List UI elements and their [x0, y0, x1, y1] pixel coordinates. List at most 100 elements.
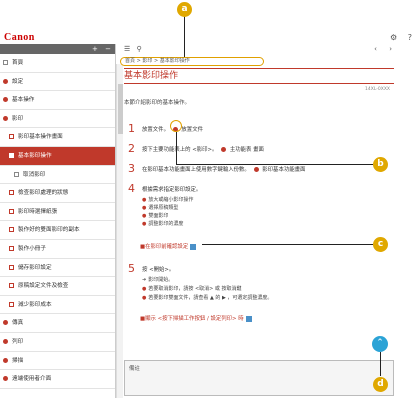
sidebar-item-label: 基本影印操作: [18, 152, 52, 159]
chapter-icon: [3, 376, 8, 382]
confirm-settings-link[interactable]: ■在影印前確認設定: [140, 242, 197, 250]
sidebar-item[interactable]: 減少影印成本: [0, 296, 115, 315]
sub-link[interactable]: ● 調整影印的濃度: [142, 220, 183, 227]
sidebar-item[interactable]: 列印: [0, 333, 115, 352]
step-number: 2: [128, 142, 135, 155]
search-icon[interactable]: ⚲: [137, 45, 142, 53]
sidebar-item[interactable]: 製作小冊子: [0, 240, 115, 259]
step-link[interactable]: 影印基本功能畫面: [262, 167, 305, 173]
next-page-icon[interactable]: ›: [389, 45, 392, 53]
sidebar-item-label: 影印時選擇紙張: [18, 208, 58, 215]
sidebar-item[interactable]: 檢查影印處理的狀態: [0, 184, 115, 203]
step-text: 按下主要功能表上的 <影印>。 主功能表 畫面: [142, 147, 264, 153]
sidebar-item[interactable]: 原稿設定文件及檢查: [0, 277, 115, 296]
sidebar: + − 首頁設定基本操作影印影印基本操作畫面 基本影印操作 取消影印檢查影印處理的狀…: [0, 44, 116, 398]
step5-note: ● 若要影印雙面文件，請查看 ▲ 的 ▶ ，可選定調整濃度。: [142, 295, 273, 301]
sidebar-item-label: 影印: [12, 115, 24, 122]
sidebar-item[interactable]: 遠端使用者介面: [0, 370, 115, 389]
sidebar-item-label: 首頁: [12, 60, 24, 66]
step-number: 1: [128, 122, 135, 135]
prev-page-icon[interactable]: ‹: [374, 45, 377, 53]
highlight-ring: [170, 120, 182, 132]
intro-text: 本節介紹影印的基本操作。: [124, 100, 191, 106]
sidebar-item[interactable]: 掃描: [0, 352, 115, 371]
step-link[interactable]: 放置文件: [181, 127, 203, 133]
chapter-icon: [3, 320, 8, 326]
section-icon: [9, 283, 14, 289]
section-icon: [9, 227, 14, 233]
sidebar-scroll-thumb[interactable]: [118, 84, 123, 134]
page-title: 基本影印操作: [124, 68, 394, 84]
collapse-all-button[interactable]: −: [105, 45, 111, 53]
sidebar-item-label: 基本操作: [12, 97, 35, 104]
next-info-link[interactable]: ■顯示 <按下掃描工作按鈕 / 設定列印> 時: [140, 314, 252, 322]
sidebar-item[interactable]: 基本操作: [0, 91, 115, 110]
top-bar: Canon ⚙ ?: [0, 0, 420, 43]
breadcrumb[interactable]: 首頁 > 影印 > 基本影印操作: [120, 57, 264, 66]
step5-note: ● 若要取消影印，請按 <取消> 或 按取消鍵: [142, 286, 242, 292]
sidebar-item[interactable]: 製作好的雙面影印的副本: [0, 221, 115, 240]
sidebar-item[interactable]: 影印時選擇紙張: [0, 203, 115, 222]
scroll-to-top-button[interactable]: ⌃: [372, 336, 388, 352]
expand-icon[interactable]: [245, 315, 252, 322]
callout-line: [176, 164, 373, 165]
section-icon: [9, 152, 14, 158]
sidebar-item-label: 傳真: [12, 320, 24, 327]
sidebar-item-label: 製作好的雙面影印的副本: [18, 227, 80, 234]
sub-link[interactable]: ● 放大或縮小影印操作: [142, 196, 193, 203]
sidebar-item[interactable]: 儲存影印設定: [0, 259, 115, 278]
section-icon: [9, 264, 14, 270]
step-text: 按 <開始>。: [142, 267, 175, 273]
page-icon: [14, 171, 19, 177]
sidebar-item[interactable]: 基本影印操作: [0, 146, 115, 166]
sidebar-item-label: 影印基本操作畫面: [18, 134, 63, 141]
sidebar-item-label: 取消影印: [23, 171, 46, 178]
sidebar-header: + −: [0, 44, 115, 54]
step-link[interactable]: 主功能表 畫面: [230, 147, 264, 153]
sidebar-item-label: 列印: [12, 338, 24, 345]
sidebar-item[interactable]: 取消影印: [0, 166, 115, 185]
step-text: 根據需求指定影印設定。: [142, 187, 202, 193]
sidebar-item-label: 原稿設定文件及檢查: [18, 283, 69, 290]
sidebar-item[interactable]: 傳真: [0, 314, 115, 333]
chapter-icon: [3, 357, 8, 363]
chapter-icon: [3, 115, 8, 121]
note-box: 備註: [124, 360, 394, 396]
page-icon: [3, 60, 8, 65]
gear-icon[interactable]: ⚙: [390, 33, 397, 42]
content-toolbar: ☰ ⚲ ‹ ›: [124, 44, 394, 54]
sidebar-item[interactable]: 影印基本操作畫面: [0, 128, 115, 147]
sidebar-item[interactable]: 影印: [0, 110, 115, 129]
sidebar-list: 首頁設定基本操作影印影印基本操作畫面 基本影印操作 取消影印檢查影印處理的狀態影印時…: [0, 54, 115, 389]
sidebar-item-label: 掃描: [12, 357, 24, 364]
section-icon: [9, 208, 14, 214]
expand-icon[interactable]: [190, 243, 197, 250]
sidebar-item[interactable]: 首頁: [0, 54, 115, 73]
note-title: 備註: [129, 366, 140, 372]
callout-line: [202, 244, 373, 245]
sub-link[interactable]: ● 雙面影印: [142, 212, 168, 219]
canon-logo: Canon: [4, 32, 35, 43]
section-icon: [9, 190, 14, 196]
link-icon: [253, 167, 259, 172]
list-icon[interactable]: ☰: [124, 45, 130, 53]
callout-b: b: [373, 157, 388, 172]
section-icon: [9, 134, 14, 140]
sidebar-scrollbar[interactable]: [116, 64, 123, 398]
step-number: 3: [128, 162, 135, 175]
callout-d: d: [373, 377, 388, 392]
sidebar-item-label: 遠端使用者介面: [12, 376, 52, 383]
sidebar-item[interactable]: 設定: [0, 73, 115, 92]
sub-link[interactable]: ● 選擇原稿類型: [142, 204, 178, 211]
chapter-icon: [3, 97, 8, 103]
step-number: 5: [128, 262, 135, 275]
callout-line: [380, 352, 381, 376]
chapter-icon: [3, 78, 8, 84]
top-icons: ⚙ ?: [382, 33, 412, 42]
question-icon[interactable]: ?: [408, 33, 412, 42]
expand-all-button[interactable]: +: [92, 45, 98, 53]
callout-a: a: [177, 2, 192, 17]
sidebar-item-label: 減少影印成本: [18, 301, 52, 308]
chapter-icon: [3, 338, 8, 344]
callout-line: [184, 15, 185, 57]
